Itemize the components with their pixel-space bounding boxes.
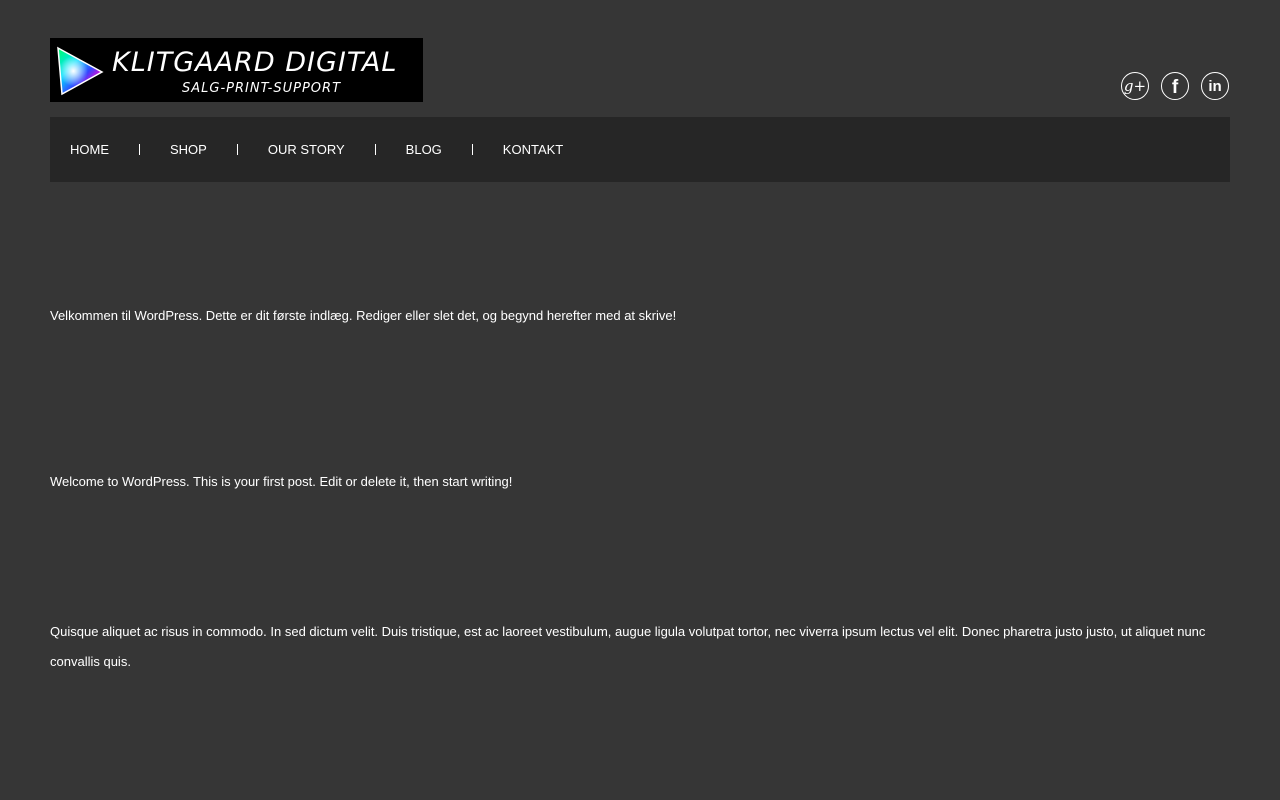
google-plus-link[interactable]: g+ [1121, 72, 1149, 100]
post-excerpt: Welcome to WordPress. This is your first… [50, 474, 513, 489]
page: KLITGAARD DIGITAL SALG-PRINT-SUPPORT g+ … [0, 0, 1280, 800]
social-links: g+ f in [1121, 72, 1229, 100]
nav-item-our-story[interactable]: OUR STORY [238, 143, 375, 156]
main-navigation: HOME SHOP OUR STORY BLOG KONTAKT [50, 117, 1230, 182]
logo-subtitle: SALG-PRINT-SUPPORT [182, 81, 342, 96]
nav-item-blog[interactable]: BLOG [376, 143, 472, 156]
post-excerpt: Velkommen til WordPress. Dette er dit fø… [50, 308, 677, 323]
post-excerpt: Quisque aliquet ac risus in commodo. In … [50, 624, 1206, 669]
site-logo[interactable]: KLITGAARD DIGITAL SALG-PRINT-SUPPORT [50, 38, 423, 102]
color-gamut-triangle-icon [57, 46, 104, 96]
facebook-link[interactable]: f [1161, 72, 1189, 100]
linkedin-link[interactable]: in [1201, 72, 1229, 100]
logo-title: KLITGAARD DIGITAL [112, 47, 398, 78]
nav-item-home[interactable]: HOME [50, 143, 139, 156]
nav-item-kontakt[interactable]: KONTAKT [473, 143, 593, 156]
facebook-icon: f [1171, 77, 1179, 98]
nav-item-shop[interactable]: SHOP [140, 143, 237, 156]
google-plus-icon: g+ [1123, 76, 1147, 95]
linkedin-icon: in [1208, 77, 1222, 95]
